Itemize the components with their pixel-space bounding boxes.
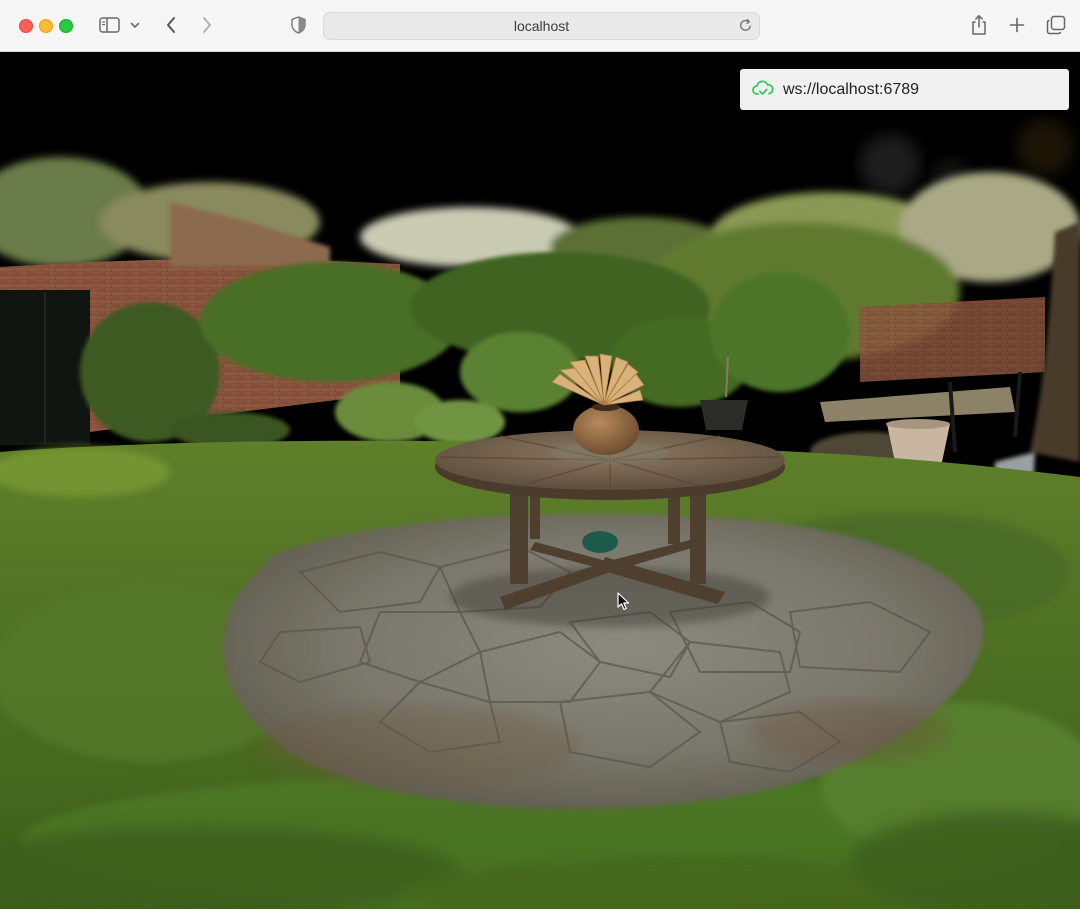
sidebar-icon[interactable] xyxy=(97,13,121,37)
connection-panel[interactable]: ws://localhost:6789 xyxy=(740,69,1069,110)
new-tab-icon[interactable] xyxy=(1006,13,1028,37)
zoom-window-button[interactable] xyxy=(59,19,73,33)
cloud-connected-icon xyxy=(752,80,774,103)
websocket-address: ws://localhost:6789 xyxy=(783,81,920,98)
close-window-button[interactable] xyxy=(19,19,33,33)
url-text: localhost xyxy=(513,18,570,34)
chevron-down-icon[interactable] xyxy=(128,13,142,37)
tabs-overview-icon[interactable] xyxy=(1044,13,1068,37)
shield-icon[interactable] xyxy=(288,13,308,37)
garden-scene xyxy=(0,52,1080,909)
mouse-cursor-icon xyxy=(617,592,631,617)
reload-icon[interactable] xyxy=(738,18,753,38)
forward-icon[interactable] xyxy=(196,13,218,37)
minimize-window-button[interactable] xyxy=(39,19,53,33)
browser-toolbar: localhost xyxy=(0,0,1080,52)
splat-viewer-canvas[interactable]: ws://localhost:6789 xyxy=(0,52,1080,909)
back-icon[interactable] xyxy=(160,13,182,37)
share-icon[interactable] xyxy=(968,13,990,37)
address-bar[interactable]: localhost xyxy=(323,12,760,40)
